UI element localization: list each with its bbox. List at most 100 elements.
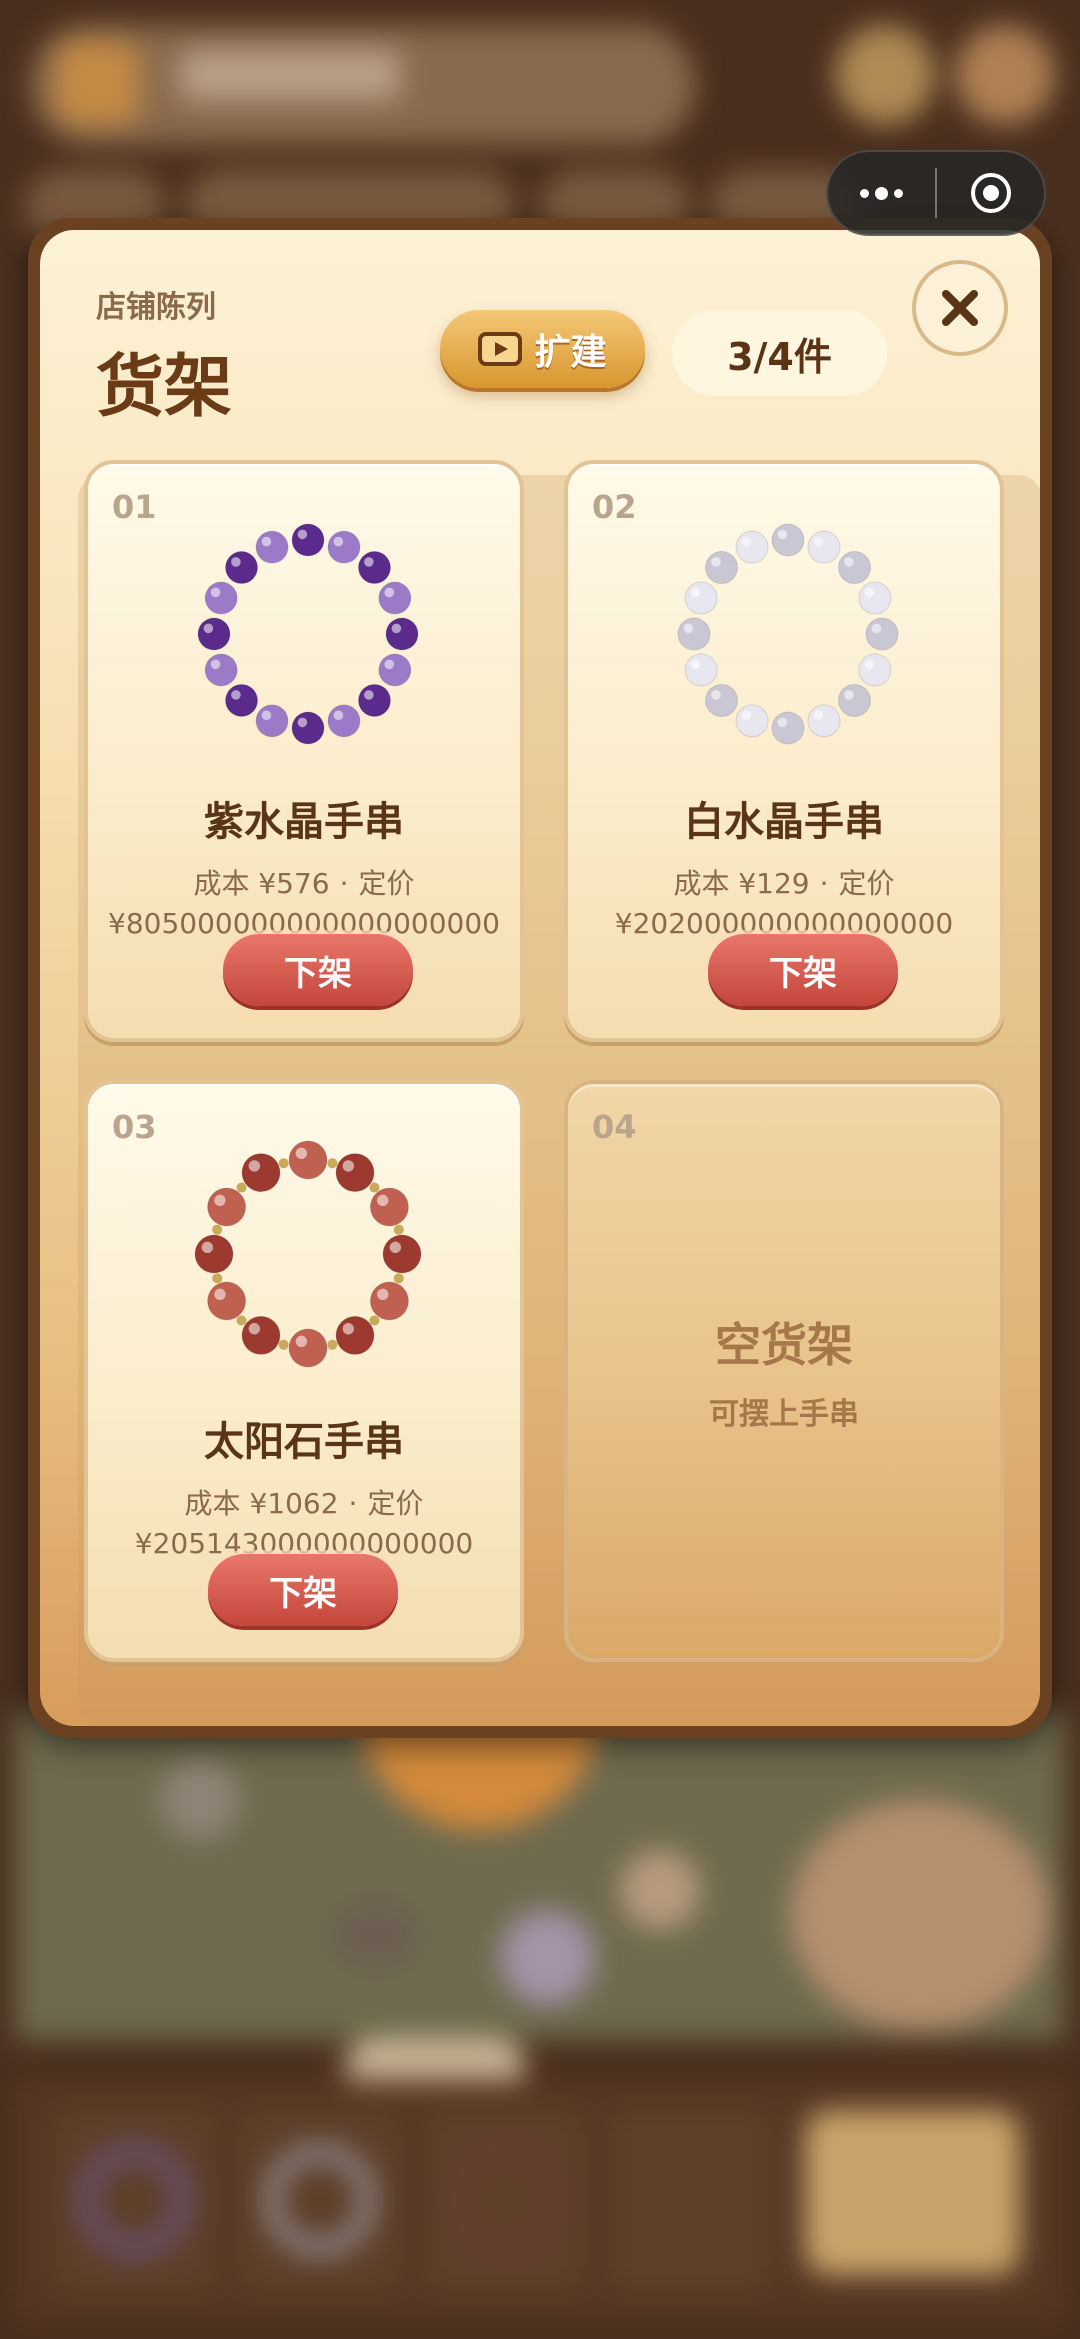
bead-highlight bbox=[364, 557, 374, 567]
bead-highlight bbox=[261, 710, 272, 721]
shelf-dialog-body: 店铺陈列 货架 扩建 3/4件 01 紫水晶手串 成本 ¥576 · 定价 ¥805… bbox=[40, 230, 1040, 1726]
remove-from-shelf-button[interactable]: 下架 bbox=[208, 1554, 398, 1626]
bg-bead bbox=[160, 1760, 240, 1840]
bead bbox=[858, 653, 892, 687]
product-name: 紫水晶手串 bbox=[204, 799, 404, 845]
expand-button[interactable]: 扩建 bbox=[440, 310, 645, 388]
bead bbox=[288, 1328, 328, 1368]
bg-round-button bbox=[955, 25, 1055, 125]
bead bbox=[684, 581, 718, 615]
bead-highlight bbox=[231, 690, 241, 700]
bead-highlight bbox=[389, 1241, 402, 1254]
bead bbox=[735, 704, 769, 738]
price-label: 定价 bbox=[367, 1487, 424, 1520]
bead bbox=[858, 581, 892, 615]
bead bbox=[225, 551, 259, 585]
bead-highlight bbox=[261, 536, 272, 547]
bead-highlight bbox=[342, 1160, 355, 1172]
bead bbox=[357, 551, 391, 585]
bead-highlight bbox=[391, 623, 402, 634]
bead-highlight bbox=[384, 659, 395, 670]
spacer-bead bbox=[393, 1224, 404, 1235]
bead bbox=[837, 683, 871, 717]
bead-highlight bbox=[201, 1241, 214, 1254]
product-meta: 成本 ¥129 · 定价 ¥202000000000000000 bbox=[568, 864, 1000, 944]
bead bbox=[204, 653, 238, 687]
spacer-bead bbox=[212, 1273, 223, 1284]
meta-separator: · bbox=[348, 1487, 358, 1520]
bead-highlight bbox=[777, 529, 788, 540]
spacer-bead bbox=[369, 1182, 380, 1193]
bead-highlight bbox=[333, 536, 344, 547]
bg-bead bbox=[620, 1850, 700, 1930]
bead-highlight bbox=[203, 623, 214, 634]
bg-ring bbox=[80, 2145, 190, 2255]
exit-button[interactable] bbox=[937, 152, 1044, 234]
bead-highlight bbox=[871, 623, 882, 634]
meta-separator: · bbox=[819, 867, 829, 900]
bead bbox=[225, 683, 259, 717]
empty-shelf-hint: 可摆上手串 bbox=[709, 1397, 859, 1432]
bead bbox=[241, 1153, 281, 1193]
price-label: 定价 bbox=[838, 867, 895, 900]
cost-text: 成本 ¥129 bbox=[673, 867, 810, 900]
bead bbox=[378, 581, 412, 615]
slot-number: 02 bbox=[592, 488, 637, 526]
shelf-slot-04-empty[interactable]: 04 空货架 可摆上手串 bbox=[564, 1080, 1004, 1662]
bead bbox=[291, 711, 325, 745]
bead bbox=[378, 653, 412, 687]
bead-highlight bbox=[844, 690, 854, 700]
bead-highlight bbox=[711, 690, 721, 700]
clear-quartz-bracelet-image bbox=[677, 523, 899, 745]
bead-highlight bbox=[813, 536, 824, 547]
bead bbox=[207, 1281, 247, 1321]
bead bbox=[335, 1153, 375, 1193]
shelf-slot-02[interactable]: 02 白水晶手串 成本 ¥129 · 定价 ¥202000000000000000 … bbox=[564, 460, 1004, 1042]
product-meta: 成本 ¥576 · 定价 ¥805000000000000000000 bbox=[88, 864, 520, 944]
bg-ring bbox=[450, 2145, 560, 2255]
spacer-bead bbox=[278, 1339, 289, 1350]
remove-from-shelf-button[interactable]: 下架 bbox=[223, 934, 413, 1006]
expand-label: 扩建 bbox=[534, 332, 607, 373]
bead-highlight bbox=[683, 623, 694, 634]
slot-number: 01 bbox=[112, 488, 157, 526]
bg-bead bbox=[330, 1900, 420, 1970]
dialog-subtitle: 店铺陈列 bbox=[96, 290, 216, 325]
bead-highlight bbox=[377, 1288, 389, 1301]
cost-text: 成本 ¥1062 bbox=[184, 1487, 339, 1520]
shelf-dialog: 店铺陈列 货架 扩建 3/4件 01 紫水晶手串 成本 ¥576 · 定价 ¥805… bbox=[28, 218, 1052, 1738]
remove-from-shelf-button[interactable]: 下架 bbox=[708, 934, 898, 1006]
more-button[interactable] bbox=[828, 152, 935, 234]
bead bbox=[288, 1140, 328, 1180]
spacer-bead bbox=[278, 1158, 289, 1169]
bead bbox=[335, 1315, 375, 1355]
bead-highlight bbox=[377, 1194, 389, 1207]
bead-highlight bbox=[248, 1160, 261, 1172]
bead-highlight bbox=[214, 1288, 226, 1301]
shelf-slot-01[interactable]: 01 紫水晶手串 成本 ¥576 · 定价 ¥8050000000000000000… bbox=[84, 460, 524, 1042]
bg-round-button bbox=[835, 25, 935, 125]
bead bbox=[327, 530, 361, 564]
bead bbox=[865, 617, 899, 651]
bead bbox=[677, 617, 711, 651]
product-name: 白水晶手串 bbox=[684, 799, 884, 845]
bg-ring bbox=[265, 2145, 375, 2255]
sunstone-bracelet-image bbox=[194, 1140, 422, 1368]
spacer-bead bbox=[369, 1315, 380, 1326]
bead-highlight bbox=[295, 1147, 308, 1160]
close-x-icon bbox=[942, 290, 978, 326]
bead-highlight bbox=[711, 557, 721, 567]
bead-highlight bbox=[210, 659, 221, 670]
close-button[interactable] bbox=[912, 260, 1008, 356]
bead bbox=[771, 711, 805, 745]
shelf-slot-03[interactable]: 03 太阳石手串 成本 ¥1062 · 定价 ¥205143000000000000… bbox=[84, 1080, 524, 1662]
bead-highlight bbox=[864, 587, 875, 598]
bg-shop-logo bbox=[55, 40, 140, 125]
bead bbox=[705, 683, 739, 717]
bead-highlight bbox=[342, 1323, 355, 1335]
bead-highlight bbox=[864, 659, 875, 670]
bead bbox=[197, 617, 231, 651]
bead bbox=[369, 1187, 409, 1227]
bg-shop-name bbox=[180, 50, 400, 100]
bead bbox=[255, 530, 289, 564]
